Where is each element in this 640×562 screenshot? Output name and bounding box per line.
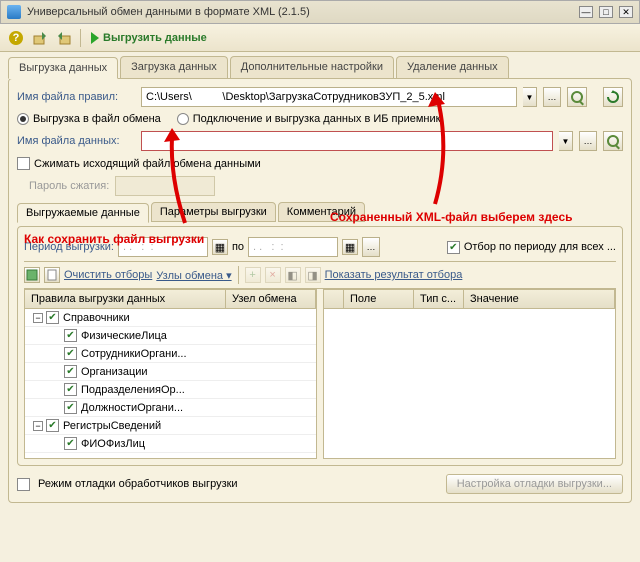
- tree-label: ФизическиеЛица: [81, 330, 167, 342]
- tree-label: ДолжностиОргани...: [81, 402, 183, 414]
- subtab-params[interactable]: Параметры выгрузки: [151, 202, 276, 222]
- tree-row[interactable]: ✔ ДолжностиОргани...: [25, 399, 316, 417]
- col-blank: [324, 290, 344, 308]
- rules-tree: Правила выгрузки данных Узел обмена −✔Сп…: [24, 289, 317, 459]
- tree-checkbox[interactable]: ✔: [64, 347, 77, 360]
- col-rules: Правила выгрузки данных: [25, 290, 226, 308]
- play-icon: [91, 32, 99, 44]
- export-icon[interactable]: [30, 28, 50, 48]
- separator: [80, 29, 81, 47]
- separator: [238, 266, 239, 284]
- expander-icon[interactable]: −: [33, 421, 43, 431]
- tree-checkbox[interactable]: ✔: [64, 383, 77, 396]
- debug-settings-button[interactable]: Настройка отладки выгрузки...: [446, 474, 623, 494]
- compress-label: Сжимать исходящий файл обмена данными: [34, 158, 261, 170]
- cfg2-icon: ◨: [305, 267, 321, 283]
- date-to[interactable]: . . : :: [248, 237, 338, 257]
- debug-checkbox[interactable]: [17, 478, 30, 491]
- tree-checkbox[interactable]: ✔: [64, 365, 77, 378]
- data-browse-button[interactable]: …: [579, 131, 597, 151]
- tree-checkbox[interactable]: ✔: [64, 401, 77, 414]
- delete-icon: ×: [265, 267, 281, 283]
- period-more-button[interactable]: …: [362, 237, 380, 257]
- data-file-label: Имя файла данных:: [17, 135, 135, 147]
- calendar-to-button[interactable]: ▦: [342, 239, 358, 255]
- rules-search-button[interactable]: [567, 87, 587, 107]
- help-icon[interactable]: ?: [6, 28, 26, 48]
- import-icon[interactable]: [54, 28, 74, 48]
- date-from[interactable]: . . : :: [118, 237, 208, 257]
- col-type: Тип с...: [414, 290, 464, 308]
- tree-checkbox[interactable]: ✔: [64, 437, 77, 450]
- data-search-button[interactable]: [603, 131, 623, 151]
- radio-db-export[interactable]: Подключение и выгрузка данных в ИБ прием…: [177, 113, 441, 125]
- tree-row[interactable]: −✔ РегистрыСведений: [25, 417, 316, 435]
- tree-label: СотрудникиОргани...: [81, 348, 187, 360]
- tree-row[interactable]: ✔ ФизическиеЛица: [25, 327, 316, 345]
- rules-file-input[interactable]: [141, 87, 517, 107]
- col-field: Поле: [344, 290, 414, 308]
- radio-db-label: Подключение и выгрузка данных в ИБ прием…: [193, 113, 441, 125]
- add-icon: +: [245, 267, 261, 283]
- app-icon: [7, 5, 21, 19]
- rules-file-label: Имя файла правил:: [17, 91, 135, 103]
- rules-browse-button[interactable]: …: [543, 87, 561, 107]
- tree-checkbox[interactable]: ✔: [46, 311, 59, 324]
- period-filter-label: Отбор по периоду для всех ...: [464, 241, 616, 253]
- minimize-button[interactable]: —: [579, 6, 593, 18]
- password-input: [115, 176, 215, 196]
- tree-row[interactable]: −✔ Справочники: [25, 309, 316, 327]
- tab-export[interactable]: Выгрузка данных: [8, 57, 118, 79]
- col-node: Узел обмена: [226, 290, 316, 308]
- tab-import[interactable]: Загрузка данных: [120, 56, 228, 78]
- tree-label: ФИОФизЛиц: [81, 438, 145, 450]
- tree-checkbox[interactable]: ✔: [46, 419, 59, 432]
- window-title: Универсальный обмен данными в формате XM…: [27, 6, 579, 18]
- tab-settings[interactable]: Дополнительные настройки: [230, 56, 394, 78]
- col-value: Значение: [464, 290, 615, 308]
- filter-panel: Поле Тип с... Значение: [323, 289, 616, 459]
- close-button[interactable]: ✕: [619, 6, 633, 18]
- password-label: Пароль сжатия:: [29, 180, 109, 192]
- tree-checkbox[interactable]: ✔: [64, 329, 77, 342]
- subtab-comment[interactable]: Комментарий: [278, 202, 365, 222]
- tree-label: РегистрыСведений: [63, 420, 161, 432]
- period-sep: по: [232, 241, 244, 253]
- maximize-button[interactable]: □: [599, 6, 613, 18]
- tree-row[interactable]: ✔ Организации: [25, 363, 316, 381]
- doc-icon[interactable]: [44, 267, 60, 283]
- data-file-input[interactable]: [141, 131, 553, 151]
- show-result-button[interactable]: Показать результат отбора: [325, 269, 463, 281]
- tab-delete[interactable]: Удаление данных: [396, 56, 509, 78]
- subtab-data[interactable]: Выгружаемые данные: [17, 203, 149, 223]
- radio-file-export[interactable]: Выгрузка в файл обмена: [17, 113, 161, 125]
- tree-row[interactable]: ✔ ПодразделенияОр...: [25, 381, 316, 399]
- cfg1-icon: ◧: [285, 267, 301, 283]
- expander-icon[interactable]: −: [33, 313, 43, 323]
- tree-label: Справочники: [63, 312, 130, 324]
- check-all-icon[interactable]: [24, 267, 40, 283]
- export-label: Выгрузить данные: [103, 32, 207, 44]
- rules-dropdown[interactable]: ▼: [523, 87, 537, 107]
- debug-label: Режим отладки обработчиков выгрузки: [38, 478, 238, 490]
- data-dropdown[interactable]: ▼: [559, 131, 573, 151]
- period-filter-checkbox[interactable]: ✔: [447, 241, 460, 254]
- nodes-button[interactable]: Узлы обмена ▾: [156, 269, 231, 282]
- tree-label: Организации: [81, 366, 148, 378]
- compress-checkbox[interactable]: [17, 157, 30, 170]
- radio-file-label: Выгрузка в файл обмена: [33, 113, 161, 125]
- export-button[interactable]: Выгрузить данные: [87, 32, 211, 44]
- clear-filters-button[interactable]: Очистить отборы: [64, 269, 152, 281]
- calendar-from-button[interactable]: ▦: [212, 239, 228, 255]
- rules-refresh-button[interactable]: [603, 87, 623, 107]
- period-label: Период выгрузки:: [24, 241, 114, 253]
- tree-label: ПодразделенияОр...: [81, 384, 185, 396]
- tree-row[interactable]: ✔ СотрудникиОргани...: [25, 345, 316, 363]
- main-panel: Имя файла правил: ▼ … Выгрузка в файл об…: [8, 78, 632, 503]
- tree-row[interactable]: ✔ ФИОФизЛиц: [25, 435, 316, 453]
